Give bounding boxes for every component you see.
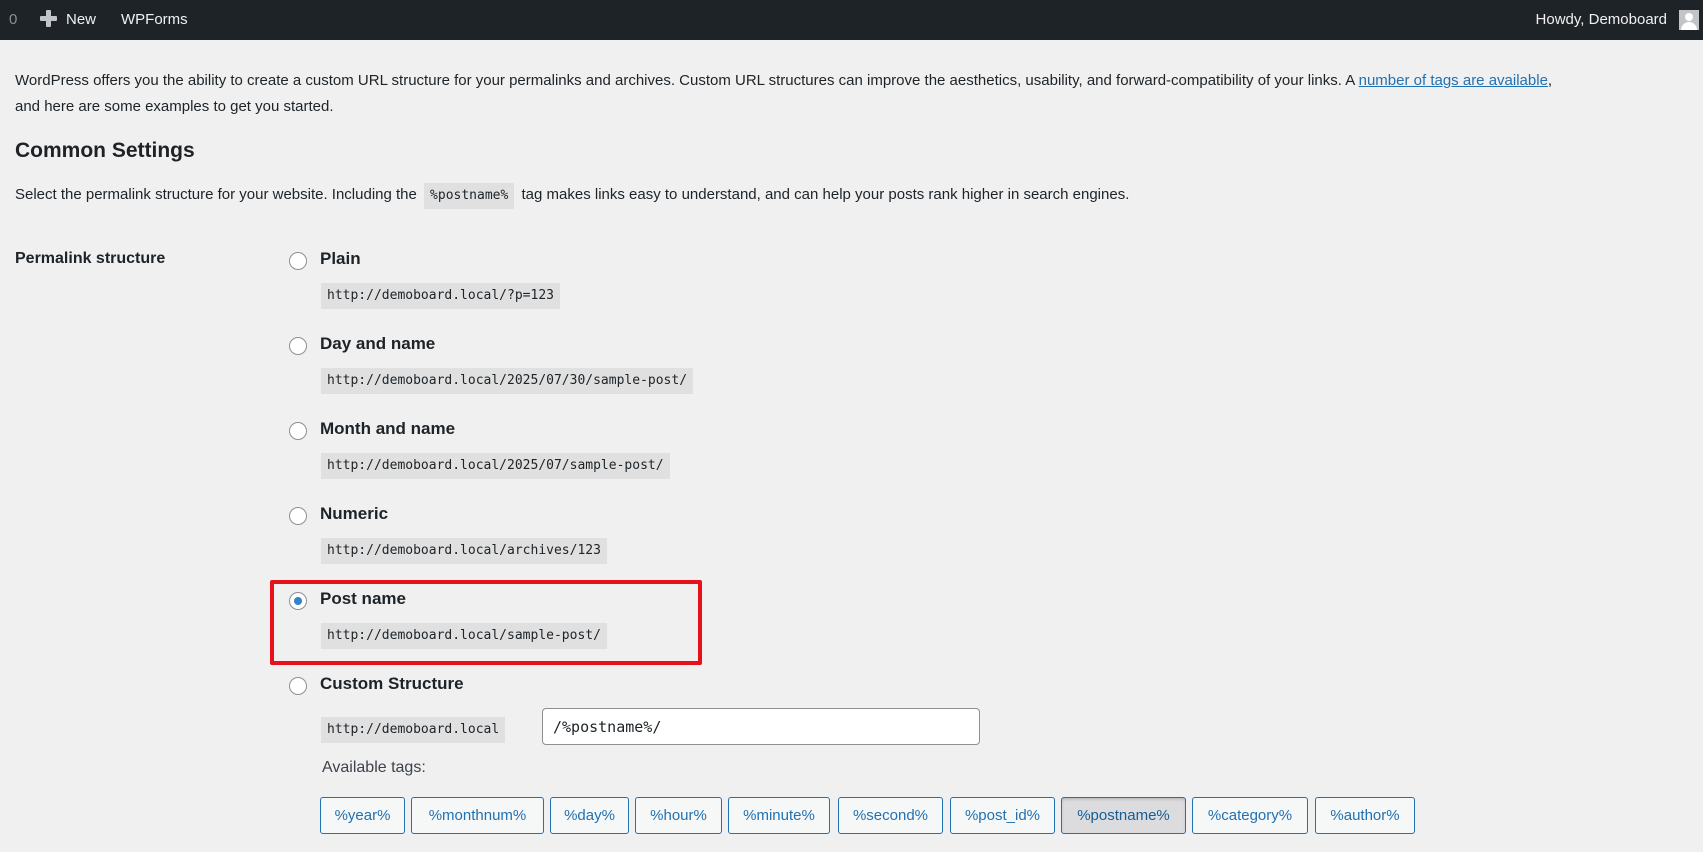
option-label[interactable]: Day and name: [320, 334, 435, 354]
intro-paragraph-line2: and here are some examples to get you st…: [15, 98, 334, 115]
radio-plain[interactable]: [289, 252, 307, 270]
available-tags-label: Available tags:: [322, 759, 426, 776]
option-label[interactable]: Numeric: [320, 504, 388, 524]
option-label[interactable]: Month and name: [320, 419, 455, 439]
tag-button-postname[interactable]: %postname%: [1061, 797, 1186, 834]
description-text-after: tag makes links easy to understand, and …: [521, 186, 1130, 203]
admin-bar: 0 New WPForms Howdy, Demoboard: [0, 0, 1703, 40]
radio-numeric[interactable]: [289, 507, 307, 525]
available-tags-link[interactable]: number of tags are available: [1359, 72, 1548, 89]
radio-day-and-name[interactable]: [289, 337, 307, 355]
intro-comma: ,: [1547, 72, 1553, 89]
new-content-button[interactable]: New: [40, 0, 96, 40]
tag-button-second[interactable]: %second%: [838, 797, 943, 834]
permalink-structure-label: Permalink structure: [15, 250, 166, 267]
avatar[interactable]: [1679, 10, 1699, 30]
option-example: http://demoboard.local/?p=123: [321, 283, 560, 309]
radio-month-and-name[interactable]: [289, 422, 307, 440]
tag-button-monthnum[interactable]: %monthnum%: [411, 797, 544, 834]
tag-button-category[interactable]: %category%: [1192, 797, 1308, 834]
plus-icon: [40, 10, 57, 27]
postname-code: %postname%: [424, 183, 515, 209]
description-text-before: Select the permalink structure for your …: [15, 186, 417, 203]
permalink-description: Select the permalink structure for your …: [15, 182, 1129, 209]
intro-text: WordPress offers you the ability to crea…: [15, 72, 1359, 89]
custom-structure-input[interactable]: [542, 708, 980, 745]
common-settings-title: Common Settings: [15, 139, 195, 162]
comment-count[interactable]: 0: [9, 0, 17, 40]
tag-button-author[interactable]: %author%: [1315, 797, 1415, 834]
option-example: http://demoboard.local/archives/123: [321, 538, 607, 564]
intro-paragraph-line1: WordPress offers you the ability to crea…: [15, 68, 1552, 93]
tag-button-day[interactable]: %day%: [550, 797, 629, 834]
highlight-annotation-box: [270, 580, 702, 665]
wpforms-menu[interactable]: WPForms: [121, 0, 188, 40]
option-label[interactable]: Plain: [320, 249, 361, 269]
radio-custom-structure[interactable]: [289, 677, 307, 695]
option-label[interactable]: Custom Structure: [320, 674, 464, 694]
option-example: http://demoboard.local/2025/07/30/sample…: [321, 368, 694, 394]
custom-structure-prefix: http://demoboard.local: [321, 717, 506, 743]
tag-button-year[interactable]: %year%: [320, 797, 405, 834]
option-example: http://demoboard.local/2025/07/sample-po…: [321, 453, 670, 479]
tag-button-hour[interactable]: %hour%: [635, 797, 722, 834]
new-content-label: New: [66, 11, 97, 28]
tag-button-post-id[interactable]: %post_id%: [950, 797, 1055, 834]
tag-button-minute[interactable]: %minute%: [728, 797, 830, 834]
account-menu[interactable]: Howdy, Demoboard: [1536, 0, 1667, 40]
